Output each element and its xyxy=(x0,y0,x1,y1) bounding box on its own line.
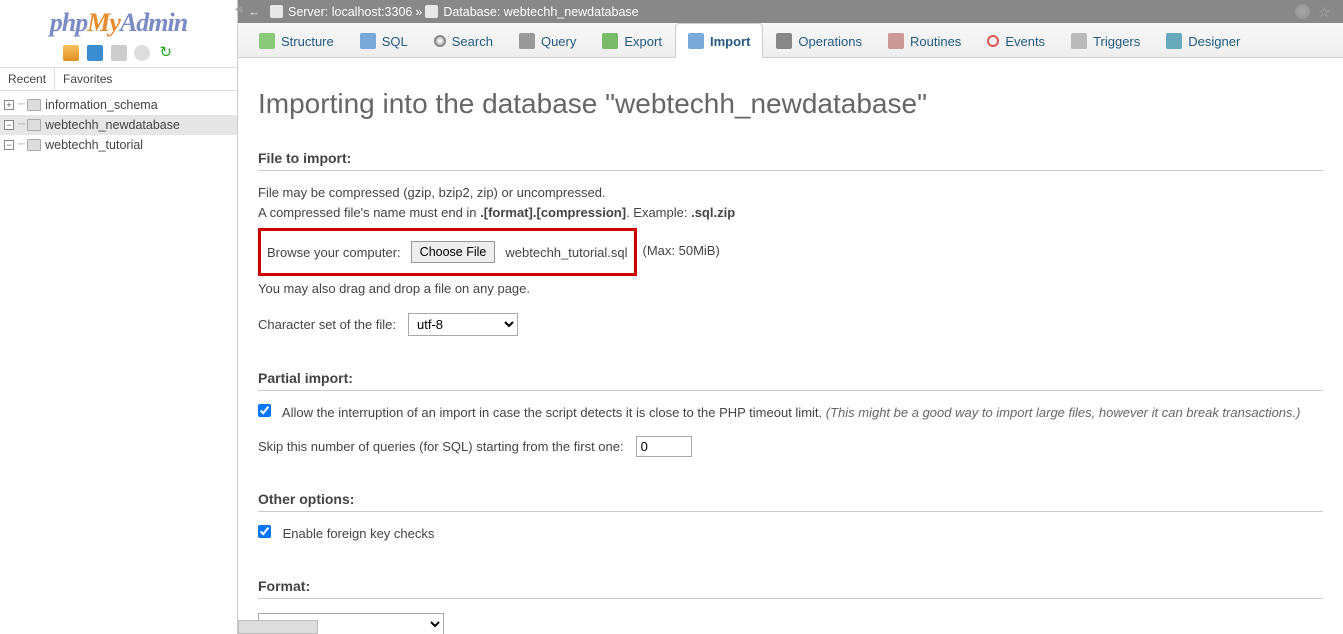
browse-label: Browse your computer: xyxy=(267,245,401,260)
section-format-title: Format: xyxy=(258,578,1323,599)
db-tree-item[interactable]: −─webtechh_newdatabase xyxy=(0,115,237,135)
tab-designer[interactable]: Designer xyxy=(1153,23,1253,57)
db-name: information_schema xyxy=(45,98,158,112)
tab-label: Import xyxy=(710,34,750,49)
page-settings-icon[interactable] xyxy=(1295,4,1310,19)
tab-label: Routines xyxy=(910,34,961,49)
tab-structure[interactable]: Structure xyxy=(246,23,347,57)
tab-triggers[interactable]: Triggers xyxy=(1058,23,1153,57)
section-partial-title: Partial import: xyxy=(258,370,1323,391)
tab-label: Designer xyxy=(1188,34,1240,49)
docs-icon[interactable] xyxy=(111,45,127,61)
recent-favorites-tabs: Recent Favorites xyxy=(0,67,237,91)
section-file: File to import: File may be compressed (… xyxy=(258,150,1323,336)
tab-export[interactable]: Export xyxy=(589,23,675,57)
query-icon xyxy=(519,33,535,49)
dragdrop-hint: You may also drag and drop a file on any… xyxy=(258,279,1323,299)
home-icon[interactable] xyxy=(63,45,79,61)
sql-icon xyxy=(360,33,376,49)
tab-events[interactable]: Events xyxy=(974,23,1058,57)
page-title: Importing into the database "webtechh_ne… xyxy=(258,88,1323,120)
section-other: Other options: Enable foreign key checks xyxy=(258,491,1323,544)
section-other-title: Other options: xyxy=(258,491,1323,512)
content: Importing into the database "webtechh_ne… xyxy=(238,58,1343,634)
tab-label: Query xyxy=(541,34,576,49)
tab-import[interactable]: Import xyxy=(675,23,763,58)
section-format: Format: SQL xyxy=(258,578,1323,634)
choose-file-button[interactable]: Choose File xyxy=(411,241,496,263)
server-icon xyxy=(270,5,283,18)
designer-icon xyxy=(1166,33,1182,49)
main-panel: ◀ ← Server: localhost:3306 » Database: w… xyxy=(238,0,1343,634)
tab-label: Structure xyxy=(281,34,334,49)
import-icon xyxy=(688,33,704,49)
allow-interrupt-note: (This might be a good way to import larg… xyxy=(826,405,1301,420)
charset-label: Character set of the file: xyxy=(258,317,396,332)
structure-icon xyxy=(259,33,275,49)
reload-icon[interactable]: ↻ xyxy=(158,45,174,61)
export-icon xyxy=(602,33,618,49)
breadcrumb-database[interactable]: Database: webtechh_newdatabase xyxy=(443,5,638,19)
tab-routines[interactable]: Routines xyxy=(875,23,974,57)
allow-interrupt-checkbox[interactable] xyxy=(258,404,271,417)
triggers-icon xyxy=(1071,33,1087,49)
fk-checks-label: Enable foreign key checks xyxy=(283,526,435,541)
sidebar-toolbar: ↻ xyxy=(0,42,237,67)
operations-icon xyxy=(776,33,792,49)
tree-expand-icon[interactable]: + xyxy=(4,100,14,110)
max-size-label: (Max: 50MiB) xyxy=(643,243,720,258)
database-tree: +─information_schema−─webtechh_newdataba… xyxy=(0,91,237,159)
skip-queries-input[interactable] xyxy=(636,436,692,457)
skip-queries-label: Skip this number of queries (for SQL) st… xyxy=(258,439,624,454)
database-icon xyxy=(27,119,41,131)
fk-checks-checkbox[interactable] xyxy=(258,525,271,538)
tab-sql[interactable]: SQL xyxy=(347,23,421,57)
charset-select[interactable]: utf-8 xyxy=(408,313,518,336)
logout-icon[interactable] xyxy=(87,45,103,61)
database-icon xyxy=(27,99,41,111)
database-icon xyxy=(27,139,41,151)
tab-label: SQL xyxy=(382,34,408,49)
chosen-filename: webtechh_tutorial.sql xyxy=(505,245,627,260)
top-tabs: Structure SQL Search Query Export Import Opera… xyxy=(238,23,1343,58)
file-input-highlight: Browse your computer: Choose File webtec… xyxy=(258,228,637,276)
routines-icon xyxy=(888,33,904,49)
section-partial: Partial import: Allow the interruption o… xyxy=(258,370,1323,458)
database-icon xyxy=(425,5,438,18)
tab-label: Search xyxy=(452,34,493,49)
file-hint-2: A compressed file's name must end in .[f… xyxy=(258,203,1323,223)
tab-operations[interactable]: Operations xyxy=(763,23,875,57)
allow-interrupt-label: Allow the interruption of an import in c… xyxy=(282,405,826,420)
tree-expand-icon[interactable]: − xyxy=(4,120,14,130)
tab-recent[interactable]: Recent xyxy=(0,68,55,90)
sidebar: phpMyAdmin ↻ Recent Favorites +─informat… xyxy=(0,0,238,634)
tab-favorites[interactable]: Favorites xyxy=(55,68,120,90)
breadcrumb-server[interactable]: Server: localhost:3306 xyxy=(288,5,412,19)
logo[interactable]: phpMyAdmin xyxy=(0,0,237,42)
db-name: webtechh_newdatabase xyxy=(45,118,180,132)
tab-query[interactable]: Query xyxy=(506,23,589,57)
breadcrumb: ← Server: localhost:3306 » Database: web… xyxy=(238,0,1343,23)
db-tree-item[interactable]: +─information_schema xyxy=(0,95,237,115)
tab-label: Export xyxy=(624,34,662,49)
db-name: webtechh_tutorial xyxy=(45,138,143,152)
settings-icon[interactable] xyxy=(134,45,150,61)
tab-label: Triggers xyxy=(1093,34,1140,49)
breadcrumb-sep: » xyxy=(415,5,422,19)
events-icon xyxy=(987,35,999,47)
tab-label: Events xyxy=(1005,34,1045,49)
tab-label: Operations xyxy=(798,34,862,49)
favorite-icon[interactable]: ☆ xyxy=(1318,4,1333,19)
db-tree-item[interactable]: −─webtechh_tutorial xyxy=(0,135,237,155)
section-file-title: File to import: xyxy=(258,150,1323,171)
status-strip xyxy=(238,620,318,634)
tree-expand-icon[interactable]: − xyxy=(4,140,14,150)
collapse-nav-icon[interactable]: ← xyxy=(248,5,261,19)
search-icon xyxy=(434,35,446,47)
panel-resize-handle[interactable]: ◀ xyxy=(236,0,242,634)
tab-search[interactable]: Search xyxy=(421,23,506,57)
file-hint-1: File may be compressed (gzip, bzip2, zip… xyxy=(258,183,1323,203)
